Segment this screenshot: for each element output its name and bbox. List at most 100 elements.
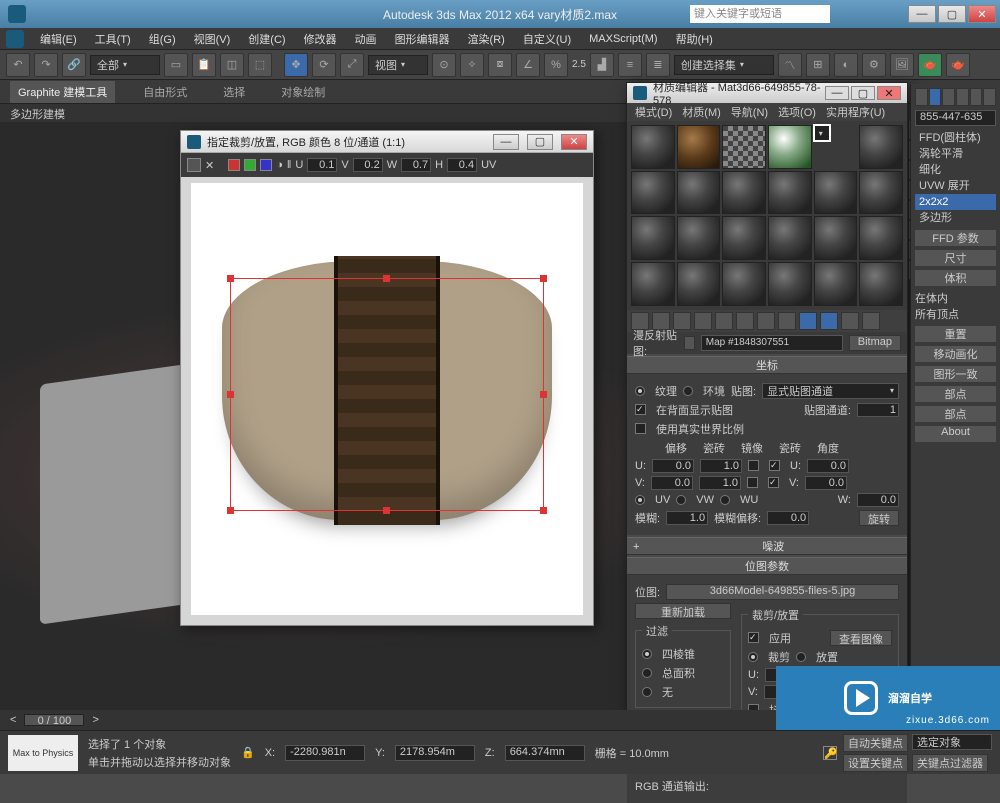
channel-b-button[interactable] (260, 159, 272, 171)
menu-help[interactable]: 帮助(H) (668, 29, 721, 49)
rollout-noise[interactable]: +噪波 (627, 537, 907, 555)
scale-button[interactable]: ⤢ (340, 53, 364, 77)
crop-u-spinner[interactable]: 0.1 (307, 158, 337, 172)
maximize-button[interactable]: ▢ (938, 5, 966, 23)
menu-customize[interactable]: 自定义(U) (515, 29, 579, 49)
blur-spinner[interactable]: 1.0 (666, 511, 708, 525)
ribbon-tab-paint[interactable]: 对象绘制 (273, 81, 333, 103)
v-offset-spinner[interactable]: 0.0 (651, 476, 693, 490)
menu-modifiers[interactable]: 修改器 (296, 29, 345, 49)
crop-tool-icon[interactable] (187, 158, 201, 172)
ref-coord-dropdown[interactable]: 视图 (368, 55, 428, 75)
ribbon-tab-graphite[interactable]: Graphite 建模工具 (10, 81, 115, 103)
window-crossing-button[interactable]: ⬚ (248, 53, 272, 77)
radio-vw[interactable] (676, 495, 686, 505)
mateditor-menu-mode[interactable]: 模式(D) (635, 104, 672, 120)
close-button[interactable]: ✕ (968, 5, 996, 23)
named-selection-dropdown[interactable]: 创建选择集 (674, 55, 774, 75)
bitmap-path-button[interactable]: 3d66Model-649855-files-5.jpg (666, 584, 899, 600)
map-name-input[interactable] (701, 335, 843, 351)
material-slot[interactable] (631, 125, 675, 169)
dialog-close-button[interactable]: ✕ (561, 134, 587, 150)
material-slot[interactable] (722, 216, 766, 260)
cmd-tab-utilities[interactable] (983, 88, 996, 106)
v-mirror-checkbox[interactable] (747, 477, 758, 488)
time-slider-handle[interactable]: 0 / 100 (24, 714, 84, 726)
mateditor-menu-material[interactable]: 材质(M) (682, 104, 721, 120)
blur-offset-spinner[interactable]: 0.0 (767, 511, 809, 525)
layers-button[interactable]: ≣ (646, 53, 670, 77)
ribbon-tab-selection[interactable]: 选择 (215, 81, 253, 103)
stack-item[interactable]: FFD(圆柱体) (915, 130, 996, 146)
v-tile-checkbox[interactable] (768, 477, 779, 488)
coord-x[interactable]: -2280.981n (285, 745, 365, 761)
render-button[interactable]: 🫖 (918, 53, 942, 77)
teapot-button[interactable]: 🫖 (946, 53, 970, 77)
schematic-button[interactable]: ⊞ (806, 53, 830, 77)
btn-outside[interactable]: 部点 (915, 406, 996, 422)
rotate-button[interactable]: 旋转 (859, 510, 899, 526)
pivot-button[interactable]: ⊙ (432, 53, 456, 77)
mirror-button[interactable]: ▟ (590, 53, 614, 77)
map-channel-dropdown[interactable]: 显式贴图通道 (762, 383, 899, 399)
crop-mode-label[interactable]: UV (481, 159, 496, 171)
ribbon-tab-freeform[interactable]: 自由形式 (135, 81, 195, 103)
v-tile-spinner[interactable]: 1.0 (699, 476, 741, 490)
radio-wu[interactable] (720, 495, 730, 505)
material-slot[interactable] (677, 171, 721, 215)
w-angle-spinner[interactable]: 0.0 (857, 493, 899, 507)
render-frame-button[interactable]: 🖼 (890, 53, 914, 77)
mateditor-maximize-button[interactable]: ▢ (851, 86, 875, 100)
selection-filter-dropdown[interactable]: 全部 (90, 55, 160, 75)
mateditor-menu-nav[interactable]: 导航(N) (731, 104, 768, 120)
channel-g-button[interactable] (244, 159, 256, 171)
rollout-bitmap-params[interactable]: 位图参数 (627, 557, 907, 575)
radio-pyramidal[interactable] (642, 649, 652, 659)
make-unique-button[interactable] (736, 312, 754, 330)
checkbox-apply[interactable] (748, 632, 759, 643)
radio-summed[interactable] (642, 668, 652, 678)
material-slot[interactable] (677, 262, 721, 306)
radio-uv[interactable] (635, 495, 645, 505)
crop-v-spinner[interactable]: 0.2 (353, 158, 383, 172)
rollout-volume[interactable]: 体积 (915, 270, 996, 286)
auto-key-button[interactable]: 自动关键点 (843, 734, 908, 752)
material-slot[interactable] (859, 262, 903, 306)
maxscript-listener[interactable]: Max to Physics (8, 735, 78, 771)
material-slot[interactable] (631, 171, 675, 215)
material-slot[interactable] (631, 216, 675, 260)
material-slot-selected[interactable] (814, 125, 830, 141)
dialog-maximize-button[interactable]: ▢ (527, 134, 553, 150)
snap-toggle-button[interactable]: ⧇ (488, 53, 512, 77)
material-slot[interactable] (768, 125, 812, 169)
material-slot[interactable] (859, 125, 903, 169)
manip-button[interactable]: ✧ (460, 53, 484, 77)
view-image-button[interactable]: 查看图像 (830, 630, 892, 646)
modifier-stack[interactable]: FFD(圆柱体) 涡轮平滑 细化 UVW 展开 2x2x2 多边形 (915, 130, 996, 226)
rotate-button[interactable]: ⟳ (312, 53, 336, 77)
crop-canvas[interactable] (191, 183, 583, 615)
material-slot[interactable] (768, 171, 812, 215)
menu-edit[interactable]: 编辑(E) (32, 29, 85, 49)
material-id-button[interactable] (778, 312, 796, 330)
material-slot[interactable] (677, 125, 721, 169)
render-setup-button[interactable]: ⚙ (862, 53, 886, 77)
material-slot[interactable] (677, 216, 721, 260)
move-button[interactable]: ✥ (284, 53, 308, 77)
material-slot[interactable] (859, 216, 903, 260)
dialog-minimize-button[interactable]: — (493, 134, 519, 150)
stack-item[interactable]: 细化 (915, 162, 996, 178)
radio-texture[interactable] (635, 386, 645, 396)
menu-view[interactable]: 视图(V) (186, 29, 239, 49)
go-forward-button[interactable] (862, 312, 880, 330)
minimize-button[interactable]: — (908, 5, 936, 23)
time-slider[interactable]: <0 / 100> (0, 710, 910, 730)
checkbox-realworld[interactable] (635, 423, 646, 434)
percent-snap-button[interactable]: % (544, 53, 568, 77)
align-button[interactable]: ≡ (618, 53, 642, 77)
btn-reset[interactable]: 重置 (915, 326, 996, 342)
u-offset-spinner[interactable]: 0.0 (652, 459, 694, 473)
menu-render[interactable]: 渲染(R) (460, 29, 513, 49)
rollout-ffd-params[interactable]: FFD 参数 (915, 230, 996, 246)
material-slot[interactable] (859, 171, 903, 215)
